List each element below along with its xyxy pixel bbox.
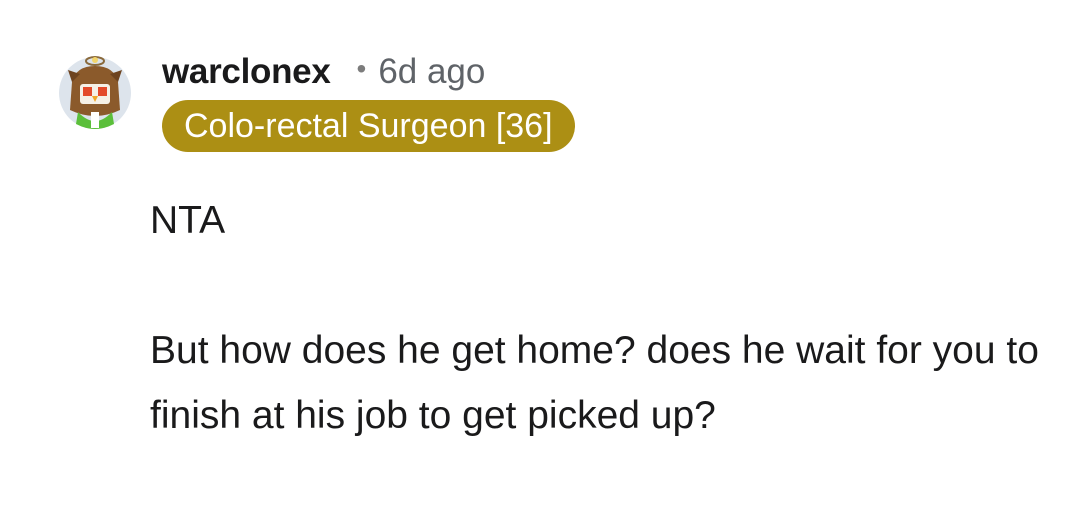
user-flair-badge[interactable]: Colo-rectal Surgeon [36] [162,100,575,152]
comment-paragraph: NTA [150,199,226,242]
comment-body: NTA But how does he get home? does he wa… [150,188,1050,448]
comment-paragraph: But how does he get home? does he wait f… [150,329,1039,437]
username-link[interactable]: warclonex [162,52,331,92]
timestamp[interactable]: 6d ago [378,52,485,92]
comment: warclonex • 6d ago Colo-rectal Surgeon [… [0,0,1080,516]
meta-separator: • [356,53,367,84]
owl-avatar-icon[interactable] [58,52,132,130]
comment-meta: warclonex • 6d ago [162,50,485,94]
